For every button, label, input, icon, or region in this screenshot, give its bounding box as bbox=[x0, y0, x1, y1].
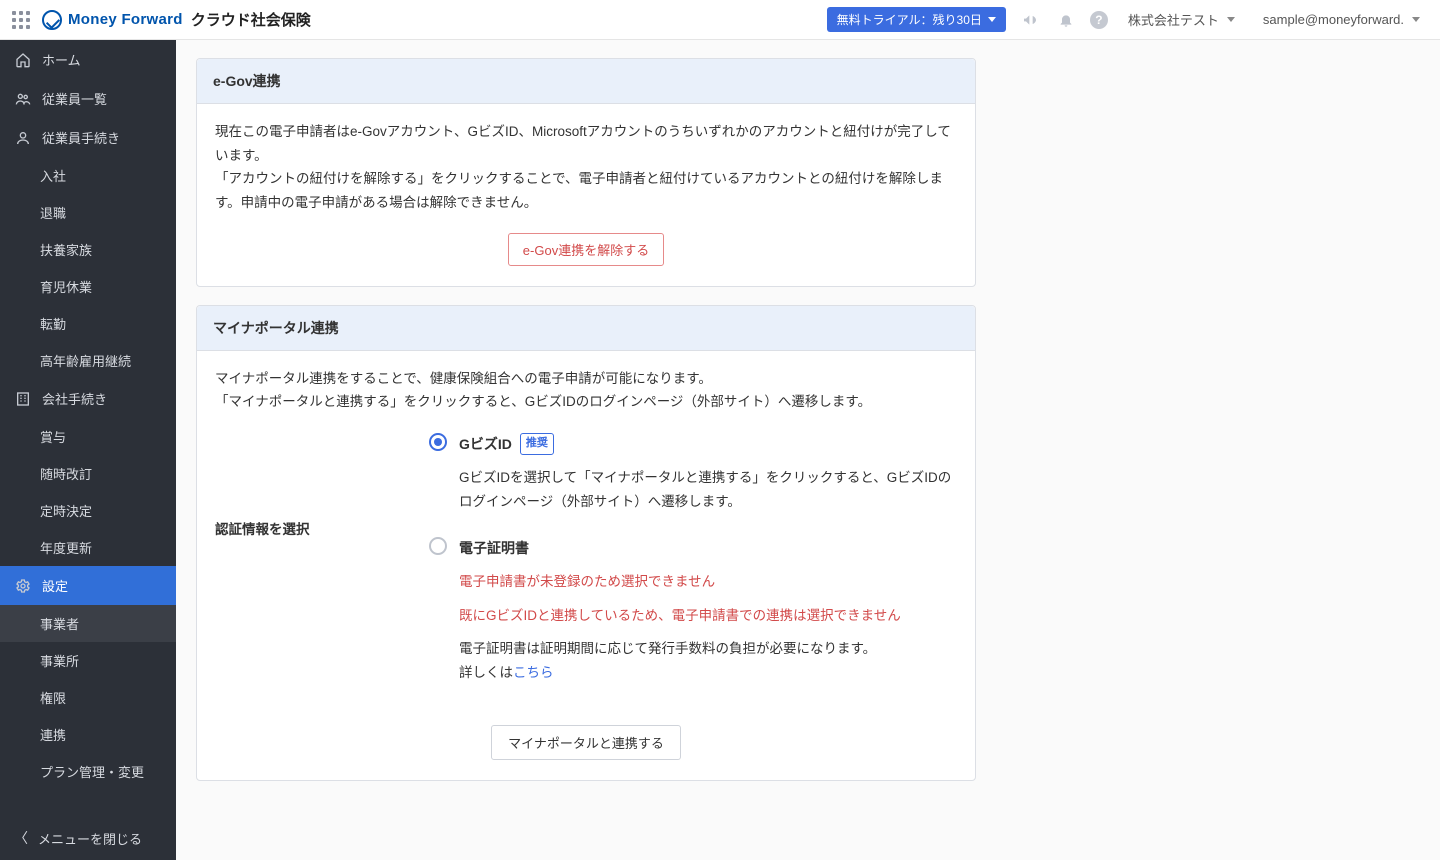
mynaportal-connect-button[interactable]: マイナポータルと連携する bbox=[491, 725, 681, 760]
auth-option-title: GビズID bbox=[459, 432, 512, 457]
sidebar-item-employees[interactable]: 従業員一覧 bbox=[0, 79, 176, 118]
sidebar-sub-annual[interactable]: 年度更新 bbox=[0, 529, 176, 566]
auth-option-desc: GビズIDを選択して「マイナポータルと連携する」をクリックすると、GビズIDのロ… bbox=[459, 466, 957, 513]
sidebar-sub-dependents[interactable]: 扶養家族 bbox=[0, 231, 176, 268]
egov-card-title: e-Gov連携 bbox=[197, 59, 975, 104]
auth-option-ecert[interactable]: 電子証明書 電子申請書が未登録のため選択できません 既にGビズIDと連携している… bbox=[429, 536, 957, 685]
product-logo[interactable]: Money Forward クラウド社会保険 bbox=[42, 9, 311, 30]
sidebar-item-home[interactable]: ホーム bbox=[0, 40, 176, 79]
main-content: e-Gov連携 現在この電子申請者はe-Govアカウント、GビズID、Micro… bbox=[176, 40, 1440, 860]
sidebar-sub-business[interactable]: 事業者 bbox=[0, 605, 176, 642]
logo-text: Money Forward bbox=[68, 11, 183, 28]
gear-icon bbox=[14, 578, 32, 594]
app-header: Money Forward クラウド社会保険 無料トライアル：残り30日 ? 株… bbox=[0, 0, 1440, 40]
recommended-badge: 推奨 bbox=[520, 433, 554, 454]
sidebar-sub-bonus[interactable]: 賞与 bbox=[0, 418, 176, 455]
help-icon[interactable]: ? bbox=[1090, 11, 1108, 29]
sidebar-collapse-button[interactable]: 〈 メニューを閉じる bbox=[0, 816, 176, 860]
auth-option-error: 電子申請書が未登録のため選択できません bbox=[459, 570, 957, 594]
sidebar-sub-plan[interactable]: プラン管理・変更 bbox=[0, 753, 176, 790]
egov-disconnect-button[interactable]: e-Gov連携を解除する bbox=[508, 233, 664, 266]
company-selector[interactable]: 株式会社テスト bbox=[1120, 10, 1243, 29]
sidebar-sub-elderly[interactable]: 高年齢雇用継続 bbox=[0, 342, 176, 379]
home-icon bbox=[14, 52, 32, 68]
mynaportal-description: マイナポータル連携をすることで、健康保険組合への電子申請が可能になります。 「マ… bbox=[215, 367, 957, 414]
building-icon bbox=[14, 391, 32, 407]
radio-gbizid[interactable] bbox=[429, 433, 447, 451]
bell-icon[interactable] bbox=[1054, 12, 1078, 28]
logo-subtitle: クラウド社会保険 bbox=[191, 9, 311, 30]
trial-status-label: 無料トライアル：残り30日 bbox=[837, 11, 982, 28]
auth-option-error: 既にGビズIDと連携しているため、電子申請書での連携は選択できません bbox=[459, 604, 957, 628]
sidebar-item-company-procedures[interactable]: 会社手続き bbox=[0, 379, 176, 418]
sidebar-sub-revision[interactable]: 随時改訂 bbox=[0, 455, 176, 492]
trial-status-pill[interactable]: 無料トライアル：残り30日 bbox=[827, 7, 1006, 32]
chevron-left-icon: 〈 bbox=[14, 828, 28, 848]
sidebar-item-employee-procedures[interactable]: 従業員手続き bbox=[0, 118, 176, 157]
sidebar-item-label: 設定 bbox=[42, 576, 68, 595]
announcement-icon[interactable] bbox=[1018, 12, 1042, 28]
sidebar-item-settings[interactable]: 設定 bbox=[0, 566, 176, 605]
chevron-down-icon bbox=[988, 17, 996, 22]
sidebar-item-label: 会社手続き bbox=[42, 389, 107, 408]
ecert-details-link[interactable]: こちら bbox=[513, 665, 554, 680]
chevron-down-icon bbox=[1412, 17, 1420, 22]
sidebar: ホーム 従業員一覧 従業員手続き 入社 退職 扶養家族 育児休業 転勤 高年齢雇… bbox=[0, 40, 176, 860]
sidebar-sub-leave[interactable]: 退職 bbox=[0, 194, 176, 231]
auth-option-gbizid[interactable]: GビズID 推奨 GビズIDを選択して「マイナポータルと連携する」をクリックする… bbox=[429, 432, 957, 514]
sidebar-sub-office[interactable]: 事業所 bbox=[0, 642, 176, 679]
egov-description: 現在この電子申請者はe-Govアカウント、GビズID、Microsoftアカウン… bbox=[215, 120, 957, 215]
user-menu[interactable]: sample@moneyforward. bbox=[1255, 12, 1428, 27]
radio-ecert[interactable] bbox=[429, 537, 447, 555]
sidebar-item-label: 従業員手続き bbox=[42, 128, 120, 147]
sidebar-sub-integration[interactable]: 連携 bbox=[0, 716, 176, 753]
users-icon bbox=[14, 91, 32, 107]
chevron-down-icon bbox=[1227, 17, 1235, 22]
sidebar-sub-periodic[interactable]: 定時決定 bbox=[0, 492, 176, 529]
user-icon bbox=[14, 130, 32, 146]
apps-grid-icon[interactable] bbox=[12, 11, 30, 29]
auth-select-label: 認証情報を選択 bbox=[215, 432, 405, 707]
sidebar-item-label: 従業員一覧 bbox=[42, 89, 107, 108]
sidebar-item-label: ホーム bbox=[42, 50, 81, 69]
mynaportal-card: マイナポータル連携 マイナポータル連携をすることで、健康保険組合への電子申請が可… bbox=[196, 305, 976, 781]
sidebar-collapse-label: メニューを閉じる bbox=[38, 829, 142, 848]
sidebar-sub-join[interactable]: 入社 bbox=[0, 157, 176, 194]
auth-option-note: 電子証明書は証明期間に応じて発行手数料の負担が必要になります。 詳しくはこちら bbox=[459, 637, 957, 684]
user-email: sample@moneyforward. bbox=[1263, 12, 1404, 27]
company-name: 株式会社テスト bbox=[1128, 10, 1219, 29]
mynaportal-card-title: マイナポータル連携 bbox=[197, 306, 975, 351]
egov-card: e-Gov連携 現在この電子申請者はe-Govアカウント、GビズID、Micro… bbox=[196, 58, 976, 287]
sidebar-sub-transfer[interactable]: 転勤 bbox=[0, 305, 176, 342]
auth-option-title: 電子証明書 bbox=[459, 536, 529, 561]
logo-mark-icon bbox=[42, 10, 62, 30]
sidebar-sub-childcare[interactable]: 育児休業 bbox=[0, 268, 176, 305]
sidebar-sub-permission[interactable]: 権限 bbox=[0, 679, 176, 716]
